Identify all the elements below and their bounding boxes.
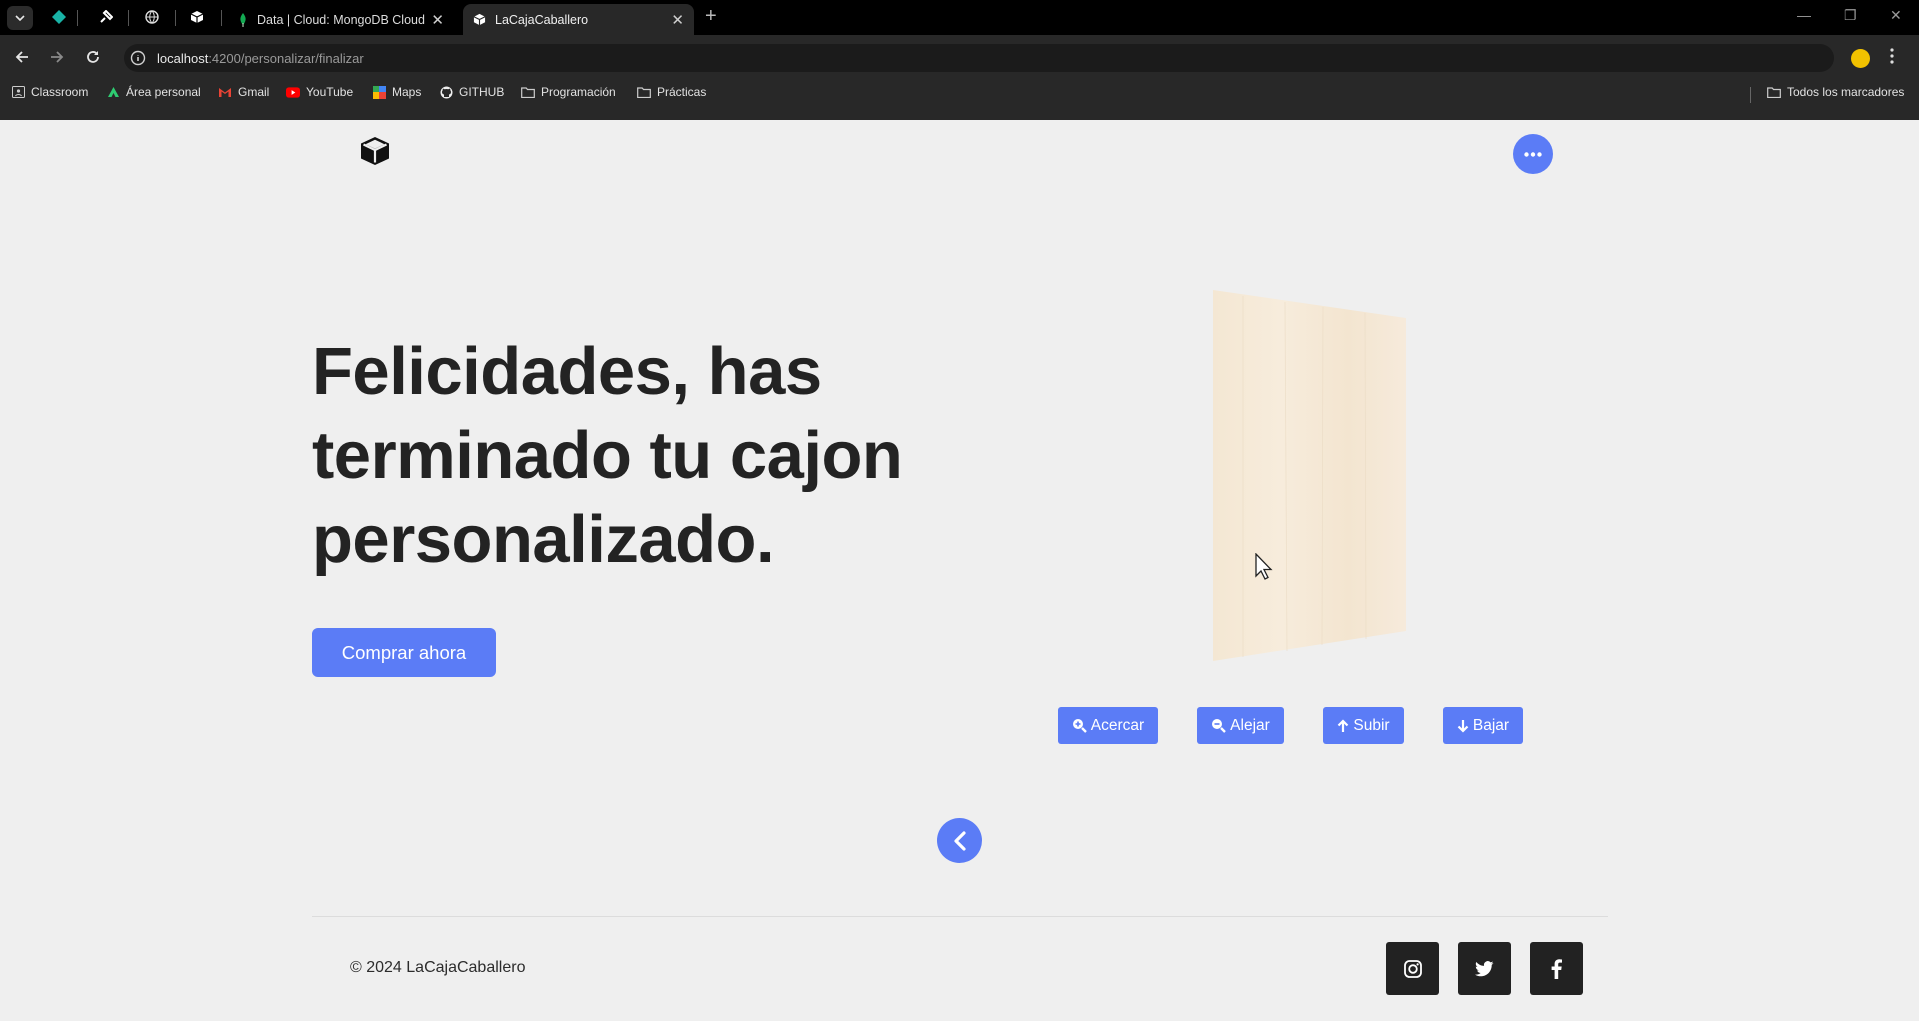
buy-now-button[interactable]: Comprar ahora <box>312 628 496 677</box>
zoom-out-icon <box>1212 719 1227 733</box>
drawer-3d-viewer[interactable] <box>1195 290 1435 670</box>
cube-logo-icon <box>361 137 389 165</box>
bookmark-youtube[interactable]: YouTube <box>286 85 353 99</box>
close-icon[interactable]: ✕ <box>671 11 684 29</box>
bookmark-programacion[interactable]: Programación <box>521 85 616 99</box>
instagram-button[interactable] <box>1386 942 1439 995</box>
site-logo[interactable] <box>358 135 392 172</box>
new-tab-button[interactable]: + <box>705 5 717 28</box>
pinned-tab-3[interactable] <box>141 7 163 27</box>
move-down-button[interactable]: Bajar <box>1443 707 1523 744</box>
close-icon[interactable]: ✕ <box>431 11 444 29</box>
all-bookmarks[interactable]: Todos los marcadores <box>1767 85 1904 99</box>
twitter-button[interactable] <box>1458 942 1511 995</box>
classroom-icon <box>11 85 25 99</box>
bookmark-classroom[interactable]: Classroom <box>11 85 88 99</box>
link-icon <box>100 10 113 23</box>
move-up-button[interactable]: Subir <box>1323 707 1404 744</box>
globe-icon <box>145 10 159 24</box>
folder-icon <box>1767 85 1781 99</box>
zoom-in-icon <box>1072 719 1087 733</box>
pinned-tab-4[interactable] <box>186 7 208 27</box>
more-options-button[interactable] <box>1513 134 1553 174</box>
tab-mongodb[interactable]: Data | Cloud: MongoDB Cloud ✕ <box>228 4 454 35</box>
pinned-tab-1[interactable] <box>48 7 70 27</box>
facebook-button[interactable] <box>1530 942 1583 995</box>
mongodb-leaf-icon <box>240 12 246 27</box>
close-window-button[interactable]: ✕ <box>1890 7 1902 24</box>
folder-icon <box>521 85 535 99</box>
forward-nav-button[interactable] <box>45 45 69 69</box>
browser-toolbar: localhost:4200/personalizar/finalizar Cl… <box>0 35 1919 120</box>
footer-divider <box>312 916 1608 917</box>
bookmark-area-personal[interactable]: Área personal <box>106 85 201 99</box>
drawer-panel-render <box>1213 290 1406 661</box>
bookmark-gmail[interactable]: Gmail <box>218 85 269 99</box>
profile-avatar[interactable] <box>1851 49 1870 68</box>
bookmark-github[interactable]: GITHUB <box>439 85 504 99</box>
url-text: localhost:4200/personalizar/finalizar <box>157 51 364 66</box>
moodle-icon <box>106 85 120 99</box>
bookmark-maps[interactable]: Maps <box>372 85 421 99</box>
back-button[interactable] <box>937 818 982 863</box>
page-content: Felicidades, has terminado tu cajon pers… <box>0 120 1919 1021</box>
arrow-down-icon <box>1457 719 1469 733</box>
cube-icon <box>473 13 486 26</box>
site-info-icon[interactable] <box>130 50 146 71</box>
minimize-button[interactable]: — <box>1797 7 1811 23</box>
chevron-down-icon <box>15 15 25 21</box>
browser-menu-icon[interactable] <box>1890 48 1894 69</box>
gmail-icon <box>218 85 232 99</box>
hero-title: Felicidades, has terminado tu cajon pers… <box>312 334 903 577</box>
instagram-icon <box>1403 959 1422 978</box>
restore-button[interactable]: ❐ <box>1844 7 1857 24</box>
chevron-left-icon <box>953 830 966 851</box>
pinned-tab-2[interactable] <box>95 7 117 27</box>
twitter-icon <box>1475 960 1494 976</box>
maps-icon <box>372 85 386 99</box>
arrow-left-icon <box>15 51 28 63</box>
mouse-cursor-icon <box>1255 552 1275 586</box>
ellipsis-icon <box>1524 151 1542 157</box>
zoom-out-button[interactable]: Alejar <box>1197 707 1284 744</box>
reload-button[interactable] <box>81 45 105 69</box>
diamond-icon <box>52 10 66 24</box>
copyright-text: © 2024 LaCajaCaballero <box>350 959 526 976</box>
cube-icon <box>190 11 204 23</box>
tab-lacajacaballero[interactable]: LaCajaCaballero ✕ <box>463 4 694 35</box>
facebook-icon <box>1551 958 1562 979</box>
folder-icon <box>637 85 651 99</box>
tab-title: LaCajaCaballero <box>495 12 589 27</box>
bookmark-practicas[interactable]: Prácticas <box>637 85 706 99</box>
browser-tab-strip: Data | Cloud: MongoDB Cloud ✕ LaCajaCaba… <box>0 0 1919 35</box>
zoom-in-button[interactable]: Acercar <box>1058 707 1158 744</box>
bookmarks-bar: Classroom Área personal Gmail YouTube Ma… <box>0 81 1919 107</box>
youtube-icon <box>286 85 300 99</box>
back-nav-button[interactable] <box>10 45 34 69</box>
github-icon <box>439 85 453 99</box>
arrow-right-icon <box>51 51 64 63</box>
reload-icon <box>87 51 99 63</box>
address-bar[interactable]: localhost:4200/personalizar/finalizar <box>124 44 1834 72</box>
tab-title: Data | Cloud: MongoDB Cloud <box>257 12 425 27</box>
tab-search-button[interactable] <box>7 6 33 30</box>
arrow-up-icon <box>1338 718 1349 732</box>
